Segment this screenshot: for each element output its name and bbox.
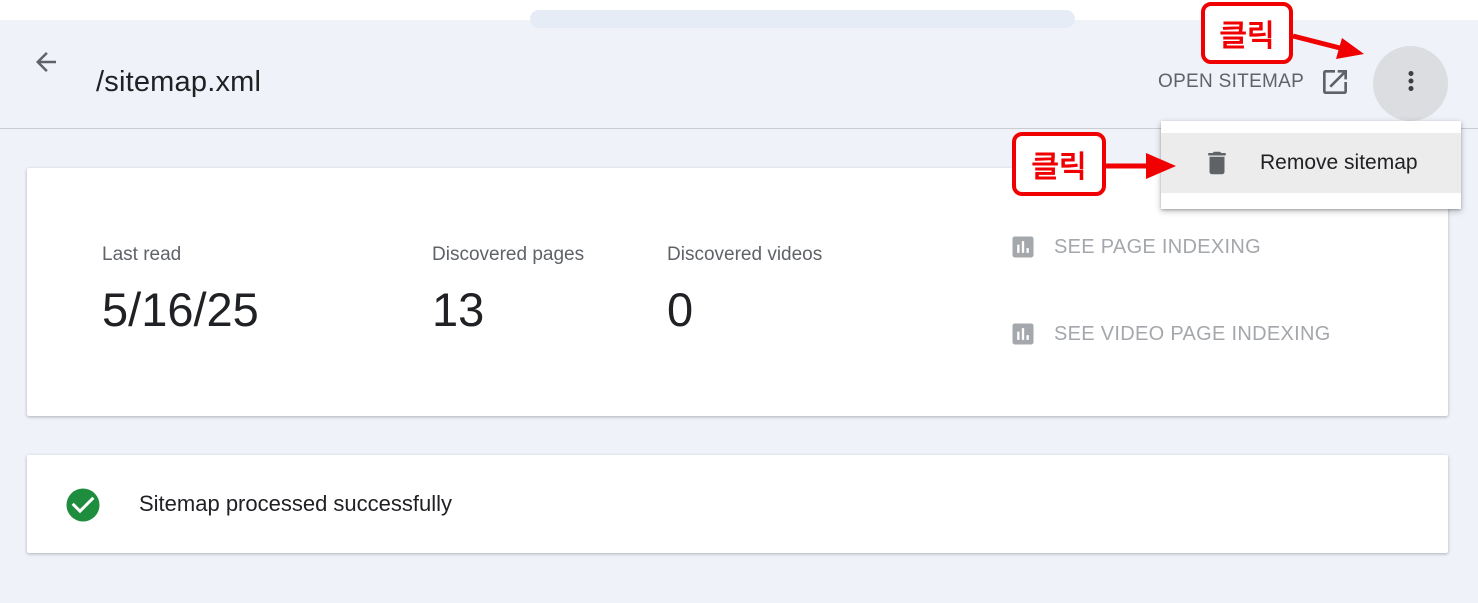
last-read-value: 5/16/25 bbox=[102, 283, 259, 336]
see-video-page-indexing-label: SEE VIDEO PAGE INDEXING bbox=[1054, 322, 1331, 345]
status-text: Sitemap processed successfully bbox=[139, 491, 453, 516]
see-video-page-indexing-link[interactable]: SEE VIDEO PAGE INDEXING bbox=[1009, 318, 1331, 350]
options-menu: Remove sitemap bbox=[1161, 121, 1461, 209]
see-page-indexing-label: SEE PAGE INDEXING bbox=[1054, 235, 1262, 258]
bar-chart-icon bbox=[1009, 320, 1037, 348]
discovered-pages-label: Discovered pages bbox=[432, 244, 585, 265]
check-circle-icon bbox=[65, 487, 101, 523]
see-page-indexing-link[interactable]: SEE PAGE INDEXING bbox=[1009, 231, 1261, 263]
discovered-videos-stat: Discovered videos 0 bbox=[667, 244, 822, 337]
trash-icon bbox=[1201, 147, 1233, 179]
more-vert-icon bbox=[1396, 66, 1426, 101]
last-read-stat: Last read 5/16/25 bbox=[102, 244, 259, 337]
open-sitemap-label: OPEN SITEMAP bbox=[1158, 71, 1305, 92]
sitemap-status-card: Sitemap processed successfully bbox=[27, 455, 1448, 553]
more-options-button[interactable] bbox=[1373, 46, 1448, 121]
arrow-back-icon bbox=[31, 47, 61, 82]
page-title: /sitemap.xml bbox=[96, 66, 262, 98]
back-button[interactable] bbox=[24, 42, 68, 86]
open-sitemap-button[interactable]: OPEN SITEMAP bbox=[1158, 62, 1351, 102]
click-annotation-menu: 클릭 bbox=[1012, 132, 1106, 196]
discovered-videos-value: 0 bbox=[667, 283, 694, 336]
remove-sitemap-menu-item[interactable]: Remove sitemap bbox=[1161, 133, 1461, 193]
discovered-videos-label: Discovered videos bbox=[667, 244, 823, 265]
click-annotation-top: 클릭 bbox=[1201, 2, 1293, 64]
discovered-pages-stat: Discovered pages 13 bbox=[432, 244, 584, 337]
discovered-pages-value: 13 bbox=[432, 283, 485, 336]
remove-sitemap-label: Remove sitemap bbox=[1260, 151, 1418, 174]
open-in-new-icon bbox=[1319, 66, 1351, 98]
last-read-label: Last read bbox=[102, 244, 182, 265]
bar-chart-icon bbox=[1009, 233, 1037, 261]
